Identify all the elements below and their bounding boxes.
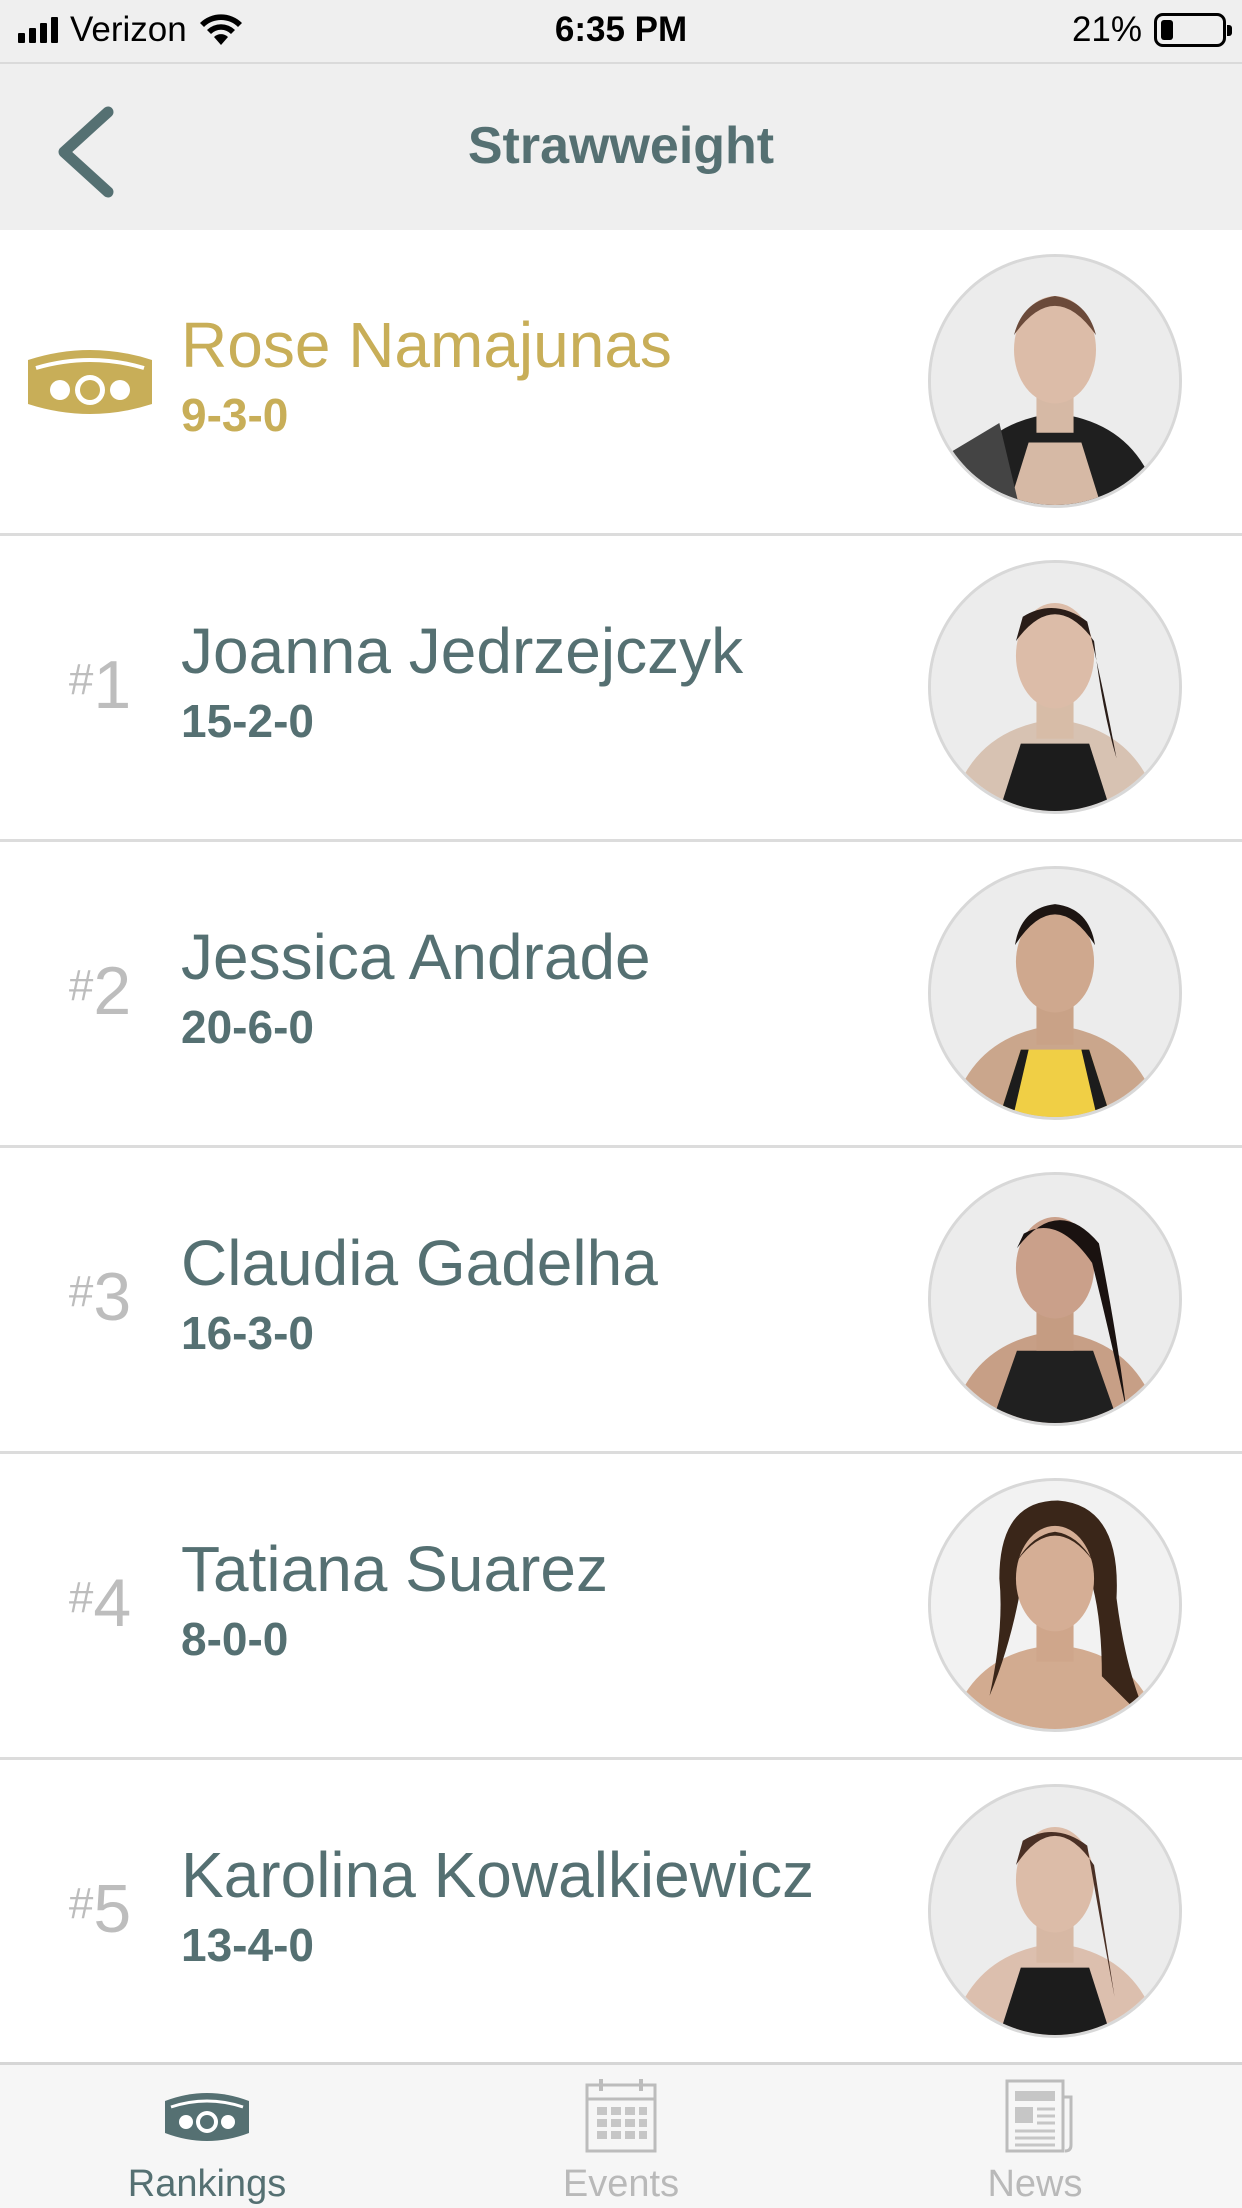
ranking-row[interactable]: #4 Tatiana Suarez 8-0-0 bbox=[0, 1454, 1242, 1760]
fighter-name: Karolina Kowalkiewicz bbox=[181, 1839, 815, 1911]
rank-value: 4 bbox=[93, 1565, 132, 1641]
tab-label: Events bbox=[562, 2163, 680, 2205]
ranking-row[interactable]: #1 Joanna Jedrzejczyk 15-2-0 bbox=[0, 536, 1242, 842]
battery-percent: 21% bbox=[1071, 10, 1142, 49]
fighter-avatar bbox=[928, 1172, 1182, 1426]
tab-label: Rankings bbox=[127, 2163, 287, 2205]
status-time: 6:35 PM bbox=[554, 10, 688, 49]
fighter-name: Joanna Jedrzejczyk bbox=[181, 615, 744, 687]
ranking-row[interactable]: #5 Karolina Kowalkiewicz 13-4-0 bbox=[0, 1760, 1242, 2066]
fighter-record: 13-4-0 bbox=[181, 1919, 314, 1971]
tab-rankings[interactable]: Rankings bbox=[0, 2065, 414, 2208]
fighter-record: 9-3-0 bbox=[181, 389, 289, 441]
fighter-record: 15-2-0 bbox=[181, 695, 314, 747]
fighter-name: Rose Namajunas bbox=[181, 309, 672, 381]
calendar-icon bbox=[585, 2079, 657, 2153]
rank-value: 3 bbox=[93, 1259, 132, 1335]
belt-icon bbox=[165, 2093, 249, 2141]
rank-number: #5 bbox=[30, 1870, 170, 1948]
fighter-name: Claudia Gadelha bbox=[181, 1227, 658, 1299]
rank-value: 2 bbox=[93, 953, 132, 1029]
rankings-list: Rose Namajunas 9-3-0 #1 Joanna Jedrzejcz… bbox=[0, 230, 1242, 2066]
newspaper-icon bbox=[1005, 2079, 1073, 2153]
rank-hash: # bbox=[68, 655, 94, 704]
fighter-avatar bbox=[928, 866, 1182, 1120]
rank-hash: # bbox=[68, 1573, 94, 1622]
tab-events[interactable]: Events bbox=[414, 2065, 828, 2208]
battery-icon bbox=[1154, 13, 1232, 47]
fighter-avatar bbox=[928, 1478, 1182, 1732]
ranking-row[interactable]: #2 Jessica Andrade 20-6-0 bbox=[0, 842, 1242, 1148]
page-title: Strawweight bbox=[467, 117, 775, 175]
rank-number: #4 bbox=[30, 1564, 170, 1642]
rank-hash: # bbox=[68, 961, 94, 1010]
fighter-avatar bbox=[928, 254, 1182, 508]
championship-belt-icon bbox=[28, 350, 152, 414]
rank-number: #1 bbox=[30, 646, 170, 724]
ranking-row[interactable]: #3 Claudia Gadelha 16-3-0 bbox=[0, 1148, 1242, 1454]
rank-value: 5 bbox=[93, 1871, 132, 1947]
tab-bar: Rankings Events News bbox=[0, 2062, 1242, 2208]
ranking-row-champion[interactable]: Rose Namajunas 9-3-0 bbox=[0, 230, 1242, 536]
rank-number: #2 bbox=[30, 952, 170, 1030]
fighter-record: 8-0-0 bbox=[181, 1613, 289, 1665]
fighter-record: 16-3-0 bbox=[181, 1307, 314, 1359]
fighter-avatar bbox=[928, 1784, 1182, 2038]
rank-hash: # bbox=[68, 1879, 94, 1928]
fighter-record: 20-6-0 bbox=[181, 1001, 314, 1053]
rank-hash: # bbox=[68, 1267, 94, 1316]
status-right: 21% bbox=[1071, 10, 1232, 50]
rank-value: 1 bbox=[93, 647, 132, 723]
fighter-name: Jessica Andrade bbox=[181, 921, 651, 993]
rank-number: #3 bbox=[30, 1258, 170, 1336]
status-bar: Verizon 6:35 PM 21% bbox=[0, 0, 1242, 62]
nav-bar: Strawweight bbox=[0, 62, 1242, 230]
fighter-avatar bbox=[928, 560, 1182, 814]
fighter-name: Tatiana Suarez bbox=[181, 1533, 608, 1605]
battery-fill bbox=[1161, 20, 1173, 40]
tab-news[interactable]: News bbox=[828, 2065, 1242, 2208]
tab-label: News bbox=[987, 2163, 1083, 2205]
